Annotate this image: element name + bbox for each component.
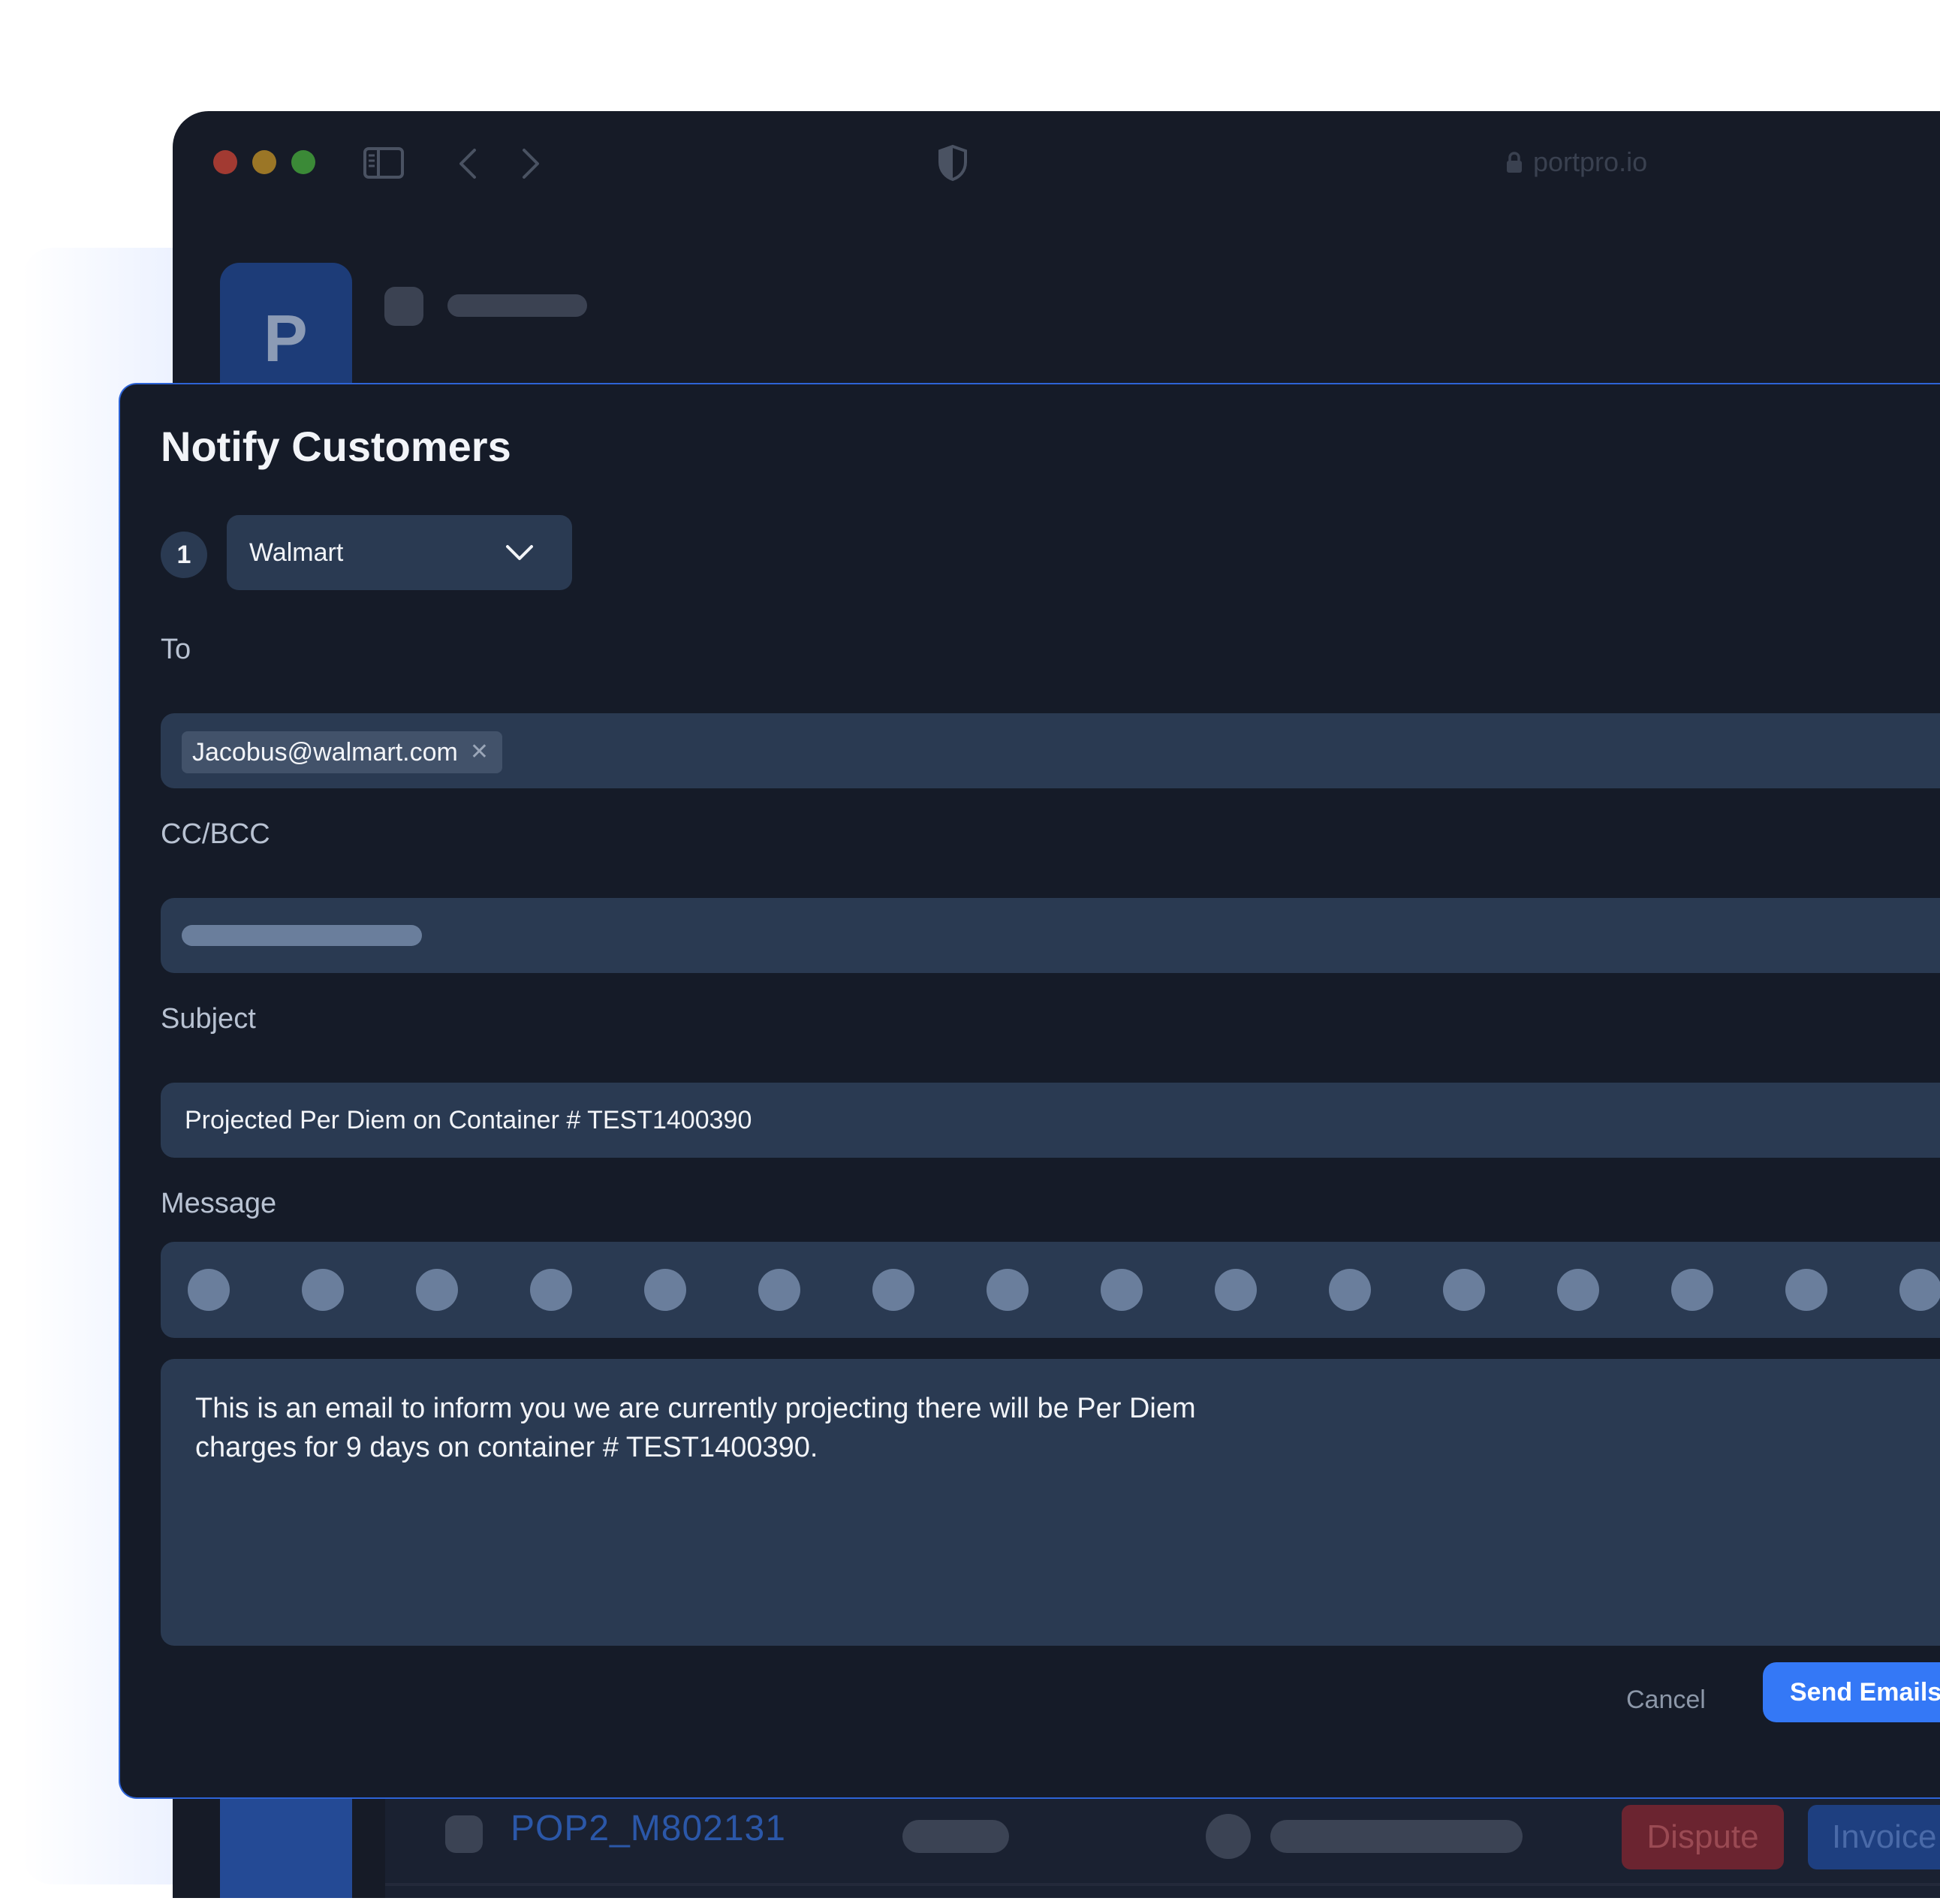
chevron-down-icon	[506, 545, 533, 560]
to-label: To	[161, 634, 191, 665]
placeholder-title	[447, 294, 587, 317]
message-formatting-toolbar	[161, 1242, 1940, 1338]
address-bar[interactable]: portpro.io	[1506, 146, 1648, 177]
logo-letter: P	[264, 301, 308, 375]
cc-bcc-placeholder	[182, 925, 422, 946]
url-text: portpro.io	[1533, 146, 1648, 177]
subject-value: Projected Per Diem on Container # TEST14…	[185, 1106, 752, 1134]
message-body-field[interactable]: This is an email to inform you we are cu…	[161, 1359, 1940, 1646]
message-label: Message	[161, 1188, 277, 1219]
toolbar-button[interactable]	[1101, 1269, 1143, 1311]
toolbar-button[interactable]	[188, 1269, 230, 1311]
forward-arrow-icon[interactable]	[520, 147, 542, 180]
sidebar-toggle-icon[interactable]	[363, 147, 404, 179]
notify-customers-modal: Notify Customers 1 Walmart To Jacobus@wa…	[119, 383, 1940, 1799]
remove-recipient-icon[interactable]: ✕	[470, 731, 489, 773]
row-checkbox[interactable]	[445, 1815, 483, 1853]
toolbar-button[interactable]	[1215, 1269, 1257, 1311]
toolbar-button[interactable]	[644, 1269, 686, 1311]
send-emails-button[interactable]: Send Emails	[1763, 1662, 1940, 1722]
row-placeholder-pill	[902, 1820, 1009, 1853]
close-window-button[interactable]	[213, 150, 237, 174]
cc-bcc-field[interactable]	[161, 898, 1940, 973]
customer-select-value: Walmart	[249, 538, 344, 567]
modal-title: Notify Customers	[161, 423, 511, 470]
toolbar-button[interactable]	[1899, 1269, 1940, 1311]
cancel-button[interactable]: Cancel	[1626, 1670, 1706, 1730]
invoice-button[interactable]: Invoice	[1808, 1805, 1940, 1869]
toolbar-button[interactable]	[758, 1269, 800, 1311]
subject-field[interactable]: Projected Per Diem on Container # TEST14…	[161, 1083, 1940, 1158]
toolbar-button[interactable]	[987, 1269, 1029, 1311]
placeholder-icon	[384, 287, 423, 326]
dispute-button[interactable]: Dispute	[1622, 1805, 1784, 1869]
message-line: charges for 9 days on container # TEST14…	[195, 1432, 818, 1463]
row-reference-id[interactable]: POP2_M802131	[511, 1808, 786, 1849]
toolbar-button[interactable]	[1329, 1269, 1371, 1311]
to-field[interactable]: Jacobus@walmart.com ✕	[161, 713, 1940, 788]
row-divider	[385, 1883, 1940, 1886]
toolbar-button[interactable]	[1785, 1269, 1827, 1311]
row-avatar	[1206, 1814, 1251, 1859]
toolbar-button[interactable]	[530, 1269, 572, 1311]
toolbar-button[interactable]	[872, 1269, 914, 1311]
step-number-badge: 1	[161, 532, 207, 578]
minimize-window-button[interactable]	[252, 150, 276, 174]
toolbar-button[interactable]	[416, 1269, 458, 1311]
toolbar-button[interactable]	[1557, 1269, 1599, 1311]
message-text: This is an email to inform you we are cu…	[195, 1389, 1366, 1467]
toolbar-button[interactable]	[302, 1269, 344, 1311]
back-arrow-icon[interactable]	[456, 147, 479, 180]
recipient-email: Jacobus@walmart.com	[192, 738, 458, 767]
sidebar-panel	[220, 1793, 352, 1898]
toolbar-button[interactable]	[1443, 1269, 1485, 1311]
recipient-chip[interactable]: Jacobus@walmart.com ✕	[182, 731, 502, 773]
message-line: This is an email to inform you we are cu…	[195, 1393, 1196, 1424]
customer-select[interactable]: Walmart	[227, 515, 572, 590]
maximize-window-button[interactable]	[291, 150, 315, 174]
shield-icon[interactable]	[937, 144, 968, 182]
lock-icon	[1507, 152, 1522, 173]
row-placeholder-bar	[1270, 1820, 1523, 1853]
toolbar-button[interactable]	[1671, 1269, 1713, 1311]
cc-bcc-label: CC/BCC	[161, 818, 270, 850]
subject-label: Subject	[161, 1003, 256, 1035]
